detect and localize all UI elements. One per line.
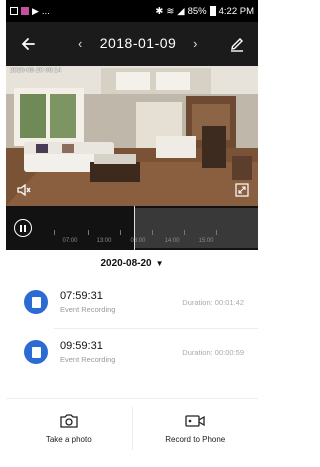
recording-type: Event Recording bbox=[60, 305, 116, 314]
date-navigator: ‹ 2018-01-09 › bbox=[78, 35, 198, 51]
phone-screen: ▶ ... ✱ ≋ ◢ 85% 4:22 PM ‹ 2018-01-09 › 2… bbox=[6, 0, 258, 467]
status-bar: ▶ ... ✱ ≋ ◢ 85% 4:22 PM bbox=[6, 0, 258, 22]
recording-duration: Duration: 00:00:59 bbox=[182, 348, 244, 357]
next-date-button[interactable]: › bbox=[193, 36, 198, 51]
tick bbox=[54, 230, 55, 235]
record-to-phone-label: Record to Phone bbox=[165, 435, 226, 444]
battery-icon bbox=[209, 6, 216, 16]
tick-label: 13:00 bbox=[96, 238, 112, 244]
tick-label: 14:00 bbox=[164, 238, 180, 244]
tick bbox=[120, 230, 121, 235]
take-photo-button[interactable]: Take a photo bbox=[6, 399, 132, 458]
action-bar: Take a photo Record to Phone bbox=[6, 398, 258, 458]
recording-item[interactable]: 07:59:31 Event Recording Duration: 00:01… bbox=[6, 280, 258, 326]
previous-date-button[interactable]: ‹ bbox=[78, 36, 83, 51]
recording-time: 07:59:31 bbox=[60, 290, 103, 302]
signal-icon: ◢ bbox=[177, 5, 185, 17]
pause-button[interactable] bbox=[14, 219, 32, 237]
back-arrow-icon bbox=[21, 38, 35, 50]
bluetooth-icon: ✱ bbox=[155, 5, 164, 17]
status-overflow: ... bbox=[41, 5, 50, 17]
camera-icon bbox=[60, 414, 78, 428]
tick bbox=[88, 230, 89, 235]
caret-down-icon: ▼ bbox=[155, 259, 164, 268]
tick-label: 07:00 bbox=[62, 238, 78, 244]
document-icon bbox=[31, 346, 41, 358]
app-notification-icon bbox=[21, 7, 29, 15]
tick bbox=[184, 230, 185, 235]
timeline-ticks: 07:00 13:00 08:00 14:00 15:00 bbox=[42, 226, 258, 246]
document-icon bbox=[31, 296, 41, 308]
video-frame bbox=[6, 66, 258, 206]
recording-duration: Duration: 00:01:42 bbox=[182, 298, 244, 307]
back-button[interactable] bbox=[16, 32, 40, 56]
play-store-icon: ▶ bbox=[32, 5, 39, 16]
playback-timeline[interactable]: 07:00 13:00 08:00 14:00 15:00 bbox=[6, 206, 258, 250]
take-photo-label: Take a photo bbox=[45, 435, 92, 444]
recording-type: Event Recording bbox=[60, 355, 116, 364]
divider bbox=[54, 328, 258, 329]
battery-percent: 85% bbox=[187, 5, 207, 17]
playback-header: ‹ 2018-01-09 › bbox=[6, 22, 258, 66]
edit-button[interactable] bbox=[226, 33, 248, 55]
recording-item[interactable]: 09:59:31 Event Recording Duration: 00:00… bbox=[6, 330, 258, 376]
recording-list: 2020-08-20 ▼ 07:59:31 Event Recording Dur… bbox=[6, 250, 258, 398]
list-date: 2020-08-20 bbox=[100, 258, 152, 269]
recording-icon bbox=[24, 340, 48, 364]
tick-label: 08:00 bbox=[130, 238, 146, 244]
tick bbox=[152, 230, 153, 235]
tick bbox=[216, 230, 217, 235]
wifi-icon: ≋ bbox=[166, 5, 175, 17]
pencil-icon bbox=[231, 38, 243, 52]
video-timestamp: 2020-08-20 09:14 bbox=[10, 67, 62, 74]
record-to-phone-button[interactable]: Record to Phone bbox=[133, 399, 259, 458]
notification-icon bbox=[10, 7, 18, 15]
list-date-selector[interactable]: 2020-08-20 ▼ bbox=[6, 258, 258, 269]
tick-label: 15:00 bbox=[198, 238, 214, 244]
pause-icon bbox=[20, 224, 22, 232]
timeline-cursor[interactable] bbox=[134, 206, 135, 250]
clock: 4:22 PM bbox=[218, 5, 254, 17]
recording-icon bbox=[24, 290, 48, 314]
recording-time: 09:59:31 bbox=[60, 340, 103, 352]
video-camera-icon bbox=[185, 415, 205, 427]
speaker-mute-icon bbox=[17, 183, 31, 197]
fullscreen-button[interactable] bbox=[232, 180, 252, 200]
current-date[interactable]: 2018-01-09 bbox=[100, 35, 177, 51]
video-player[interactable]: 2020-08-20 09:14 bbox=[6, 66, 258, 206]
expand-icon bbox=[235, 183, 249, 197]
mute-button[interactable] bbox=[14, 180, 34, 200]
